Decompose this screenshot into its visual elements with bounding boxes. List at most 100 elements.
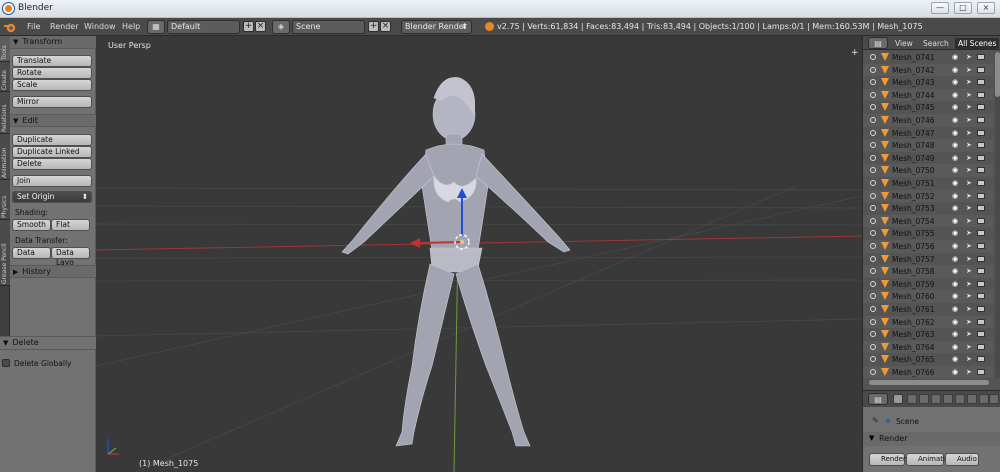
outliner-row[interactable]: Mesh_0761 ◉ ➤ xyxy=(863,303,993,316)
selectable-cursor-icon[interactable]: ➤ xyxy=(966,242,972,250)
selectable-cursor-icon[interactable]: ➤ xyxy=(966,154,972,162)
expand-toggle-icon[interactable] xyxy=(870,217,876,224)
object-name[interactable]: Mesh_0747 xyxy=(892,129,935,138)
expand-toggle-icon[interactable] xyxy=(870,117,876,123)
render-engine-dropdown[interactable]: Blender Render ⬍ xyxy=(401,20,472,34)
render-panel-header[interactable]: ▼ Render xyxy=(863,432,1000,446)
expand-toggle-icon[interactable] xyxy=(870,318,876,325)
visibility-eye-icon[interactable]: ◉ xyxy=(952,255,958,263)
world-context-icon[interactable] xyxy=(931,394,941,404)
object-name[interactable]: Mesh_0755 xyxy=(892,229,935,238)
outliner-row[interactable]: Mesh_0752 ◉ ➤ xyxy=(863,189,993,203)
object-name[interactable]: Mesh_0753 xyxy=(892,204,935,213)
renderable-camera-icon[interactable] xyxy=(977,230,985,237)
selectable-cursor-icon[interactable]: ➤ xyxy=(966,368,972,376)
add-layout-button[interactable]: + xyxy=(243,21,254,32)
renderable-camera-icon[interactable] xyxy=(977,356,985,363)
selectable-cursor-icon[interactable]: ➤ xyxy=(966,141,972,149)
outliner-row[interactable]: Mesh_0750 ◉ ➤ xyxy=(863,164,993,177)
data-context-icon[interactable] xyxy=(979,394,989,404)
visibility-eye-icon[interactable]: ◉ xyxy=(952,318,958,326)
visibility-eye-icon[interactable]: ◉ xyxy=(952,368,958,376)
outliner-row[interactable]: Mesh_0765 ◉ ➤ xyxy=(863,353,993,366)
expand-toggle-icon[interactable] xyxy=(870,243,876,249)
outliner-view-menu[interactable]: View xyxy=(895,39,913,48)
screen-layout-icon[interactable]: ▦ xyxy=(147,20,165,34)
translate-button[interactable]: Translate xyxy=(12,55,92,67)
expand-toggle-icon[interactable] xyxy=(870,66,876,73)
tab-tools[interactable]: Tools xyxy=(0,36,10,62)
scene-icon[interactable]: ◈ xyxy=(272,20,290,34)
renderable-camera-icon[interactable] xyxy=(977,66,985,73)
selectable-cursor-icon[interactable]: ➤ xyxy=(966,355,972,363)
outliner-row[interactable]: Mesh_0745 ◉ ➤ xyxy=(863,101,993,114)
outliner-row[interactable]: Mesh_0753 ◉ ➤ xyxy=(863,202,993,215)
selectable-cursor-icon[interactable]: ➤ xyxy=(966,255,972,263)
data-layout-button[interactable]: Data Layo xyxy=(51,247,90,267)
expand-toggle-icon[interactable] xyxy=(870,79,876,86)
object-name[interactable]: Mesh_0761 xyxy=(892,305,935,314)
3d-viewport[interactable]: User Persp (1) Mesh_1075 + xyxy=(96,36,862,472)
selectable-cursor-icon[interactable]: ➤ xyxy=(966,343,972,351)
object-name[interactable]: Mesh_0749 xyxy=(892,154,935,163)
render-image-button[interactable]: Render xyxy=(869,453,906,466)
renderable-camera-icon[interactable] xyxy=(977,54,985,60)
outliner-row[interactable]: Mesh_0743 ◉ ➤ xyxy=(863,76,993,89)
scene-context-icon[interactable] xyxy=(919,394,929,404)
minimize-button[interactable]: — xyxy=(931,2,949,14)
expand-toggle-icon[interactable] xyxy=(870,306,876,312)
visibility-eye-icon[interactable]: ◉ xyxy=(952,192,958,200)
properties-toggle-icon[interactable]: + xyxy=(851,48,859,58)
join-button[interactable]: Join xyxy=(12,175,92,187)
render-audio-button[interactable]: Audio xyxy=(945,453,979,466)
selectable-cursor-icon[interactable]: ➤ xyxy=(966,78,972,86)
outliner-vertical-scrollbar[interactable] xyxy=(995,52,1000,378)
selectable-cursor-icon[interactable]: ➤ xyxy=(966,267,972,275)
rotate-button[interactable]: Rotate xyxy=(12,67,92,79)
delete-button[interactable]: Delete xyxy=(12,158,92,170)
outliner-row[interactable]: Mesh_0751 ◉ ➤ xyxy=(863,177,993,190)
visibility-eye-icon[interactable]: ◉ xyxy=(952,242,958,250)
outliner-row[interactable]: Mesh_0759 ◉ ➤ xyxy=(863,278,993,291)
outliner-row[interactable]: Mesh_0755 ◉ ➤ xyxy=(863,227,993,240)
renderable-camera-icon[interactable] xyxy=(977,154,985,161)
visibility-eye-icon[interactable]: ◉ xyxy=(952,66,958,74)
object-name[interactable]: Mesh_0758 xyxy=(892,267,935,276)
expand-toggle-icon[interactable] xyxy=(870,331,876,338)
outliner-row[interactable]: Mesh_0742 ◉ ➤ xyxy=(863,63,993,77)
outliner-filter-dropdown[interactable]: All Scenes xyxy=(955,38,1000,49)
expand-toggle-icon[interactable] xyxy=(870,104,876,111)
outliner-row[interactable]: Mesh_0762 ◉ ➤ xyxy=(863,315,993,329)
outliner-row[interactable]: Mesh_0748 ◉ ➤ xyxy=(863,139,993,152)
object-name[interactable]: Mesh_0764 xyxy=(892,343,935,352)
properties-editor-icon[interactable]: ▤ xyxy=(868,393,888,405)
outliner-row[interactable]: Mesh_0744 ◉ ➤ xyxy=(863,88,993,102)
expand-toggle-icon[interactable] xyxy=(870,167,876,174)
scale-button[interactable]: Scale xyxy=(12,79,92,91)
visibility-eye-icon[interactable]: ◉ xyxy=(952,330,958,338)
selectable-cursor-icon[interactable]: ➤ xyxy=(966,91,972,99)
visibility-eye-icon[interactable]: ◉ xyxy=(952,154,958,162)
outliner-row[interactable]: Mesh_0746 ◉ ➤ xyxy=(863,114,993,127)
expand-toggle-icon[interactable] xyxy=(870,369,876,375)
outliner-row[interactable]: Mesh_0747 ◉ ➤ xyxy=(863,127,993,140)
visibility-eye-icon[interactable]: ◉ xyxy=(952,229,958,237)
object-name[interactable]: Mesh_0744 xyxy=(892,91,935,100)
object-name[interactable]: Mesh_0745 xyxy=(892,103,935,112)
selectable-cursor-icon[interactable]: ➤ xyxy=(966,204,972,212)
modifiers-icon[interactable] xyxy=(967,394,977,404)
duplicate-button[interactable]: Duplicate xyxy=(12,134,92,146)
expand-toggle-icon[interactable] xyxy=(870,91,876,98)
expand-toggle-icon[interactable] xyxy=(870,343,876,350)
selectable-cursor-icon[interactable]: ➤ xyxy=(966,192,972,200)
renderable-camera-icon[interactable] xyxy=(977,306,985,312)
selectable-cursor-icon[interactable]: ➤ xyxy=(966,116,972,124)
character-mesh[interactable] xyxy=(341,77,571,447)
visibility-eye-icon[interactable]: ◉ xyxy=(952,141,958,149)
tab-create[interactable]: Create xyxy=(0,62,10,92)
screen-layout-field[interactable]: Default xyxy=(167,20,240,34)
outliner-row[interactable]: Mesh_0766 ◉ ➤ xyxy=(863,366,993,378)
object-name[interactable]: Mesh_0760 xyxy=(892,292,935,301)
expand-toggle-icon[interactable] xyxy=(870,192,876,199)
expand-toggle-icon[interactable] xyxy=(870,154,876,161)
